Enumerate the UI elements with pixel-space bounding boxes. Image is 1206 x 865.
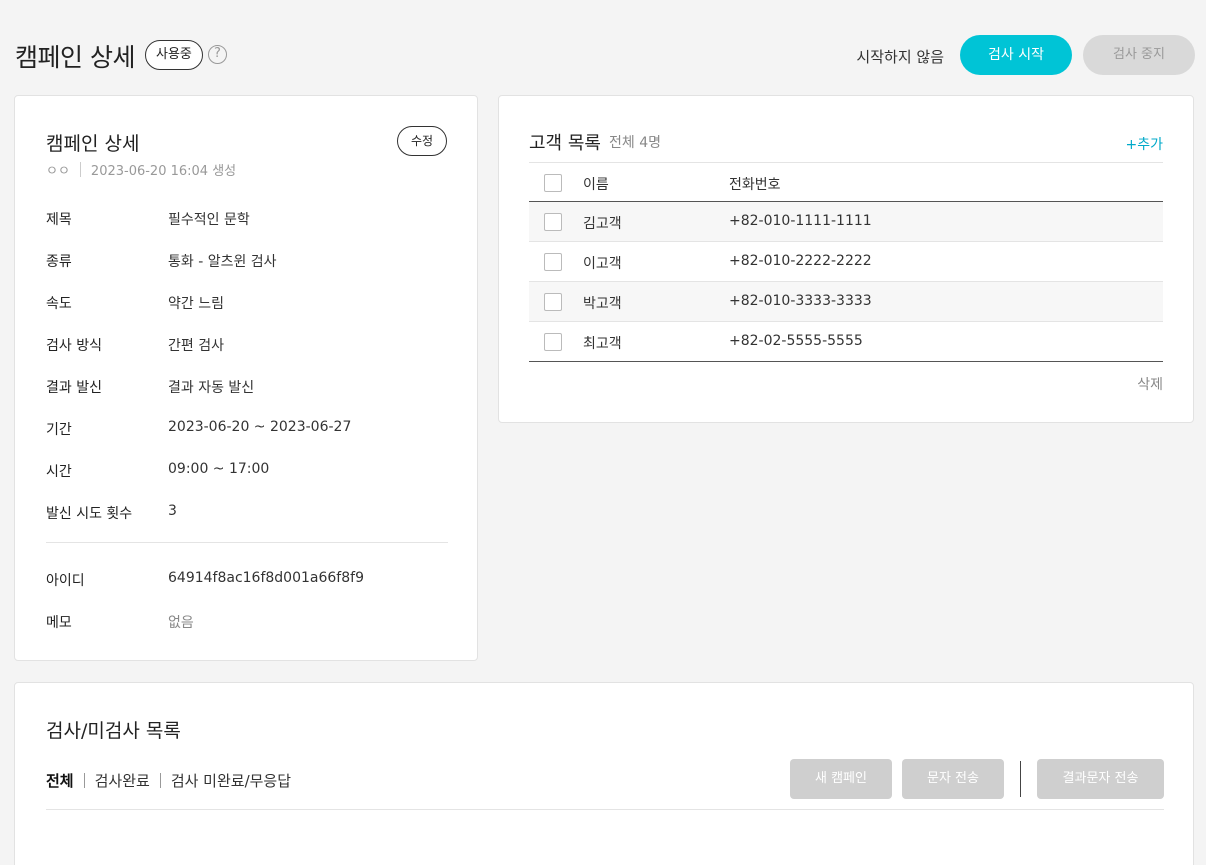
field-value: 통화 - 알츠윈 검사 [168, 254, 277, 270]
field-value: 2023-06-20 ~ 2023-06-27 [168, 419, 352, 435]
select-all-checkbox[interactable] [544, 174, 562, 192]
column-header-phone: 전화번호 [729, 177, 781, 193]
detail-meta: ㅇㅇ 2023-06-20 16:04 생성 [46, 160, 236, 179]
field-row-speed: 속도 약간 느림 [46, 293, 224, 313]
campaign-status-text: 시작하지 않음 [856, 48, 944, 66]
row-checkbox[interactable] [544, 293, 562, 311]
status-badge: 사용중 [145, 40, 203, 70]
tab-incomplete[interactable]: 검사 미완료/무응답 [171, 770, 291, 791]
table-row[interactable]: 김고객 +82-010-1111-1111 [529, 202, 1163, 242]
field-label: 시간 [46, 464, 72, 480]
customer-name: 김고객 [583, 216, 622, 232]
tab-all[interactable]: 전체 [46, 770, 74, 791]
button-divider [1020, 761, 1021, 797]
start-inspection-button[interactable]: 검사 시작 [960, 35, 1072, 75]
field-value: 3 [168, 503, 177, 519]
field-label: 종류 [46, 254, 72, 270]
customer-phone: +82-010-1111-1111 [729, 213, 872, 229]
send-result-sms-button[interactable]: 결과문자 전송 [1037, 759, 1164, 799]
field-label: 결과 발신 [46, 380, 102, 396]
field-label: 검사 방식 [46, 338, 102, 354]
tab-divider [83, 773, 85, 788]
detail-title: 캠페인 상세 [46, 133, 140, 155]
customer-phone: +82-02-5555-5555 [729, 333, 863, 349]
row-checkbox[interactable] [544, 333, 562, 351]
field-label: 제목 [46, 212, 72, 228]
field-value: 약간 느림 [168, 296, 224, 312]
add-customer-link[interactable]: +추가 [1126, 134, 1164, 154]
field-row-retries: 발신 시도 횟수 3 [46, 503, 177, 523]
tab-completed[interactable]: 검사완료 [95, 770, 150, 791]
table-header-row: 이름 전화번호 [529, 162, 1163, 202]
field-value: 필수적인 문학 [168, 212, 250, 228]
inspection-tabs: 전체 검사완료 검사 미완료/무응답 [46, 770, 291, 791]
field-value: 간편 검사 [168, 338, 224, 354]
created-date: 2023-06-20 16:04 생성 [90, 164, 237, 179]
customer-phone: +82-010-3333-3333 [729, 293, 872, 309]
field-row-method: 검사 방식 간편 검사 [46, 335, 224, 355]
campaign-detail-card: 캠페인 상세 ㅇㅇ 2023-06-20 16:04 생성 수정 제목 필수적인… [14, 95, 478, 661]
field-value: 64914f8ac16f8d001a66f8f9 [168, 570, 364, 586]
new-campaign-button[interactable]: 새 캠페인 [790, 759, 892, 799]
inspection-list-card: 검사/미검사 목록 전체 검사완료 검사 미완료/무응답 새 캠페인 문자 전송… [14, 682, 1194, 865]
row-checkbox[interactable] [544, 253, 562, 271]
tab-divider [159, 773, 161, 788]
field-row-type: 종류 통화 - 알츠윈 검사 [46, 251, 277, 271]
customer-phone: +82-010-2222-2222 [729, 253, 872, 269]
field-value: 09:00 ~ 17:00 [168, 461, 270, 477]
customer-table: 이름 전화번호 김고객 +82-010-1111-1111 이고객 +82-01… [529, 162, 1163, 362]
field-row-memo: 메모 없음 [46, 612, 194, 632]
field-row-period: 기간 2023-06-20 ~ 2023-06-27 [46, 419, 351, 439]
field-label: 발신 시도 횟수 [46, 506, 133, 522]
field-value: 없음 [168, 615, 194, 631]
page-header: 캠페인 상세 사용중 ? 시작하지 않음 검사 시작 검사 중지 [15, 34, 1195, 76]
customer-name: 이고객 [583, 256, 622, 272]
column-header-name: 이름 [583, 177, 609, 193]
customer-list-title: 고객 목록 [529, 133, 601, 154]
row-checkbox[interactable] [544, 213, 562, 231]
inspection-list-title: 검사/미검사 목록 [46, 720, 181, 742]
customer-count: 전체 4명 [609, 135, 661, 151]
field-label: 속도 [46, 296, 72, 312]
customer-list-card: 고객 목록 전체 4명 +추가 이름 전화번호 김고객 +82-010-1111… [498, 95, 1194, 423]
meta-divider [79, 162, 81, 177]
detail-divider [46, 542, 448, 543]
page-title: 캠페인 상세 [15, 43, 135, 72]
delete-customers-link[interactable]: 삭제 [1137, 374, 1163, 394]
field-value: 결과 자동 발신 [168, 380, 255, 396]
field-row-title: 제목 필수적인 문학 [46, 209, 250, 229]
stop-inspection-button: 검사 중지 [1083, 35, 1195, 75]
owner-name: ㅇㅇ [46, 164, 70, 179]
send-sms-button[interactable]: 문자 전송 [902, 759, 1004, 799]
table-row[interactable]: 이고객 +82-010-2222-2222 [529, 242, 1163, 282]
edit-button[interactable]: 수정 [397, 126, 447, 156]
table-row[interactable]: 최고객 +82-02-5555-5555 [529, 322, 1163, 362]
inspection-divider [46, 809, 1164, 810]
field-row-result: 결과 발신 결과 자동 발신 [46, 377, 254, 397]
field-label: 메모 [46, 615, 72, 631]
field-row-id: 아이디 64914f8ac16f8d001a66f8f9 [46, 570, 364, 590]
table-row[interactable]: 박고객 +82-010-3333-3333 [529, 282, 1163, 322]
field-label: 아이디 [46, 573, 85, 589]
field-row-time: 시간 09:00 ~ 17:00 [46, 461, 269, 481]
customer-name: 최고객 [583, 336, 622, 352]
field-label: 기간 [46, 422, 72, 438]
help-icon[interactable]: ? [208, 45, 227, 64]
customer-name: 박고객 [583, 296, 622, 312]
